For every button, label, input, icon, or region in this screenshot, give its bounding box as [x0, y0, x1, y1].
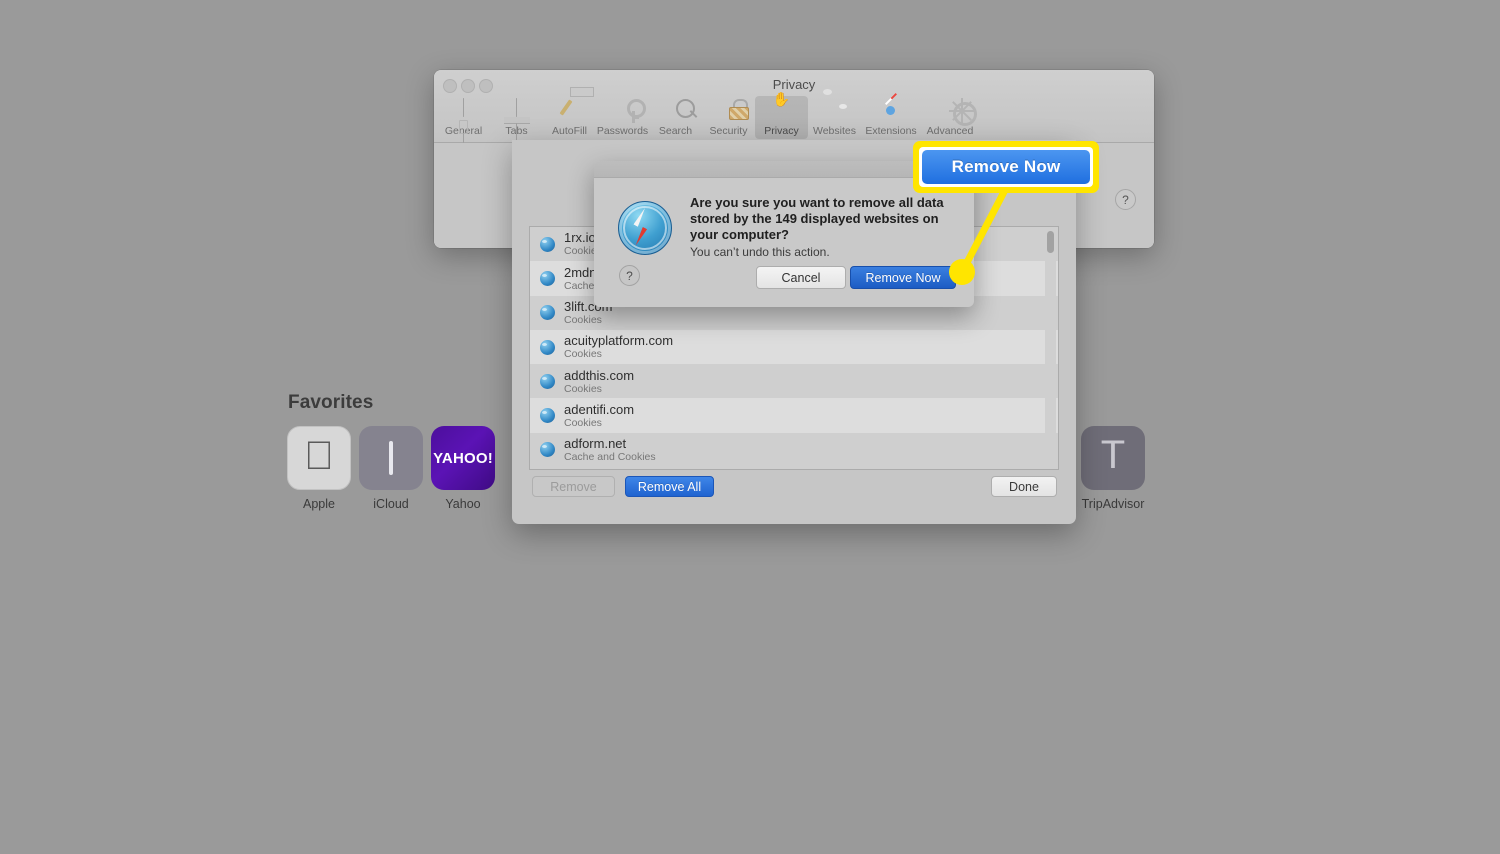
- help-icon[interactable]: ?: [619, 265, 640, 286]
- website-data-type: Cookies: [564, 313, 602, 326]
- apple-glyph: : [304, 436, 334, 476]
- search-magnifier-icon: [663, 99, 697, 125]
- website-data-type: Cookies: [564, 382, 602, 395]
- website-name: adentifi.com: [564, 401, 635, 417]
- table-row[interactable]: adform.net Cache and Cookies: [530, 433, 1058, 467]
- tab-label: Security: [709, 125, 748, 137]
- tab-label: Search: [658, 125, 693, 137]
- tab-tabs[interactable]: Tabs: [490, 96, 543, 142]
- alert-heading: Are you sure you want to remove all data…: [690, 195, 944, 242]
- tab-label: AutoFill: [551, 125, 587, 137]
- tab-passwords[interactable]: Passwords: [596, 96, 649, 139]
- tab-websites[interactable]: Websites: [808, 96, 861, 139]
- general-icon: [450, 98, 477, 152]
- yahoo-glyph: YAHOO!: [433, 449, 493, 467]
- safari-compass-icon: [618, 201, 672, 255]
- globe-icon: [540, 408, 555, 424]
- callout-remove-now-button[interactable]: Remove Now: [922, 150, 1090, 184]
- tab-privacy[interactable]: ✋ Privacy: [755, 91, 808, 139]
- security-lock-icon: [716, 99, 749, 125]
- tab-search[interactable]: Search: [649, 96, 702, 139]
- favorite-tile-label: iCloud: [373, 497, 409, 511]
- table-row[interactable]: addthis.com Cookies: [530, 364, 1058, 398]
- done-button[interactable]: Done: [991, 476, 1057, 497]
- tab-advanced[interactable]: Advanced: [921, 96, 979, 139]
- website-name: addthis.com: [564, 367, 635, 383]
- favorite-tile-icloud[interactable]: iCloud: [358, 426, 424, 511]
- help-icon[interactable]: ?: [1115, 189, 1136, 210]
- tab-label: Privacy: [764, 125, 799, 137]
- tabs-icon: [503, 98, 530, 142]
- globe-icon: [540, 305, 555, 321]
- tab-autofill[interactable]: AutoFill: [543, 87, 596, 139]
- table-row[interactable]: acuityplatform.com Cookies: [530, 329, 1058, 365]
- tab-label: Websites: [813, 125, 856, 137]
- favorite-tile-yahoo[interactable]: YAHOO! Yahoo: [430, 426, 496, 511]
- tab-extensions[interactable]: Extensions: [861, 92, 921, 139]
- remove-button[interactable]: Remove: [532, 476, 615, 497]
- tripadvisor-logo-icon: T: [1081, 426, 1145, 490]
- website-name: acuityplatform.com: [564, 333, 674, 349]
- favorite-tile-apple[interactable]:  Apple: [286, 426, 352, 511]
- website-name: adform.net: [564, 436, 627, 452]
- website-data-type: Cookies: [564, 348, 602, 361]
- table-row[interactable]: adentifi.com Cookies: [530, 398, 1058, 433]
- tab-security[interactable]: Security: [702, 96, 755, 139]
- favorites-heading: Favorites: [288, 392, 374, 413]
- favorite-tile-tripadvisor[interactable]: T TripAdvisor: [1080, 426, 1146, 511]
- website-data-type: Cookies: [564, 416, 602, 429]
- extensions-puzzle-icon: [878, 92, 904, 125]
- list-scrollbar[interactable]: [1045, 229, 1056, 469]
- window-titlebar: Privacy General Tabs AutoFill Passwords: [434, 70, 1154, 152]
- apple-logo-icon: : [287, 426, 351, 490]
- globe-icon: [540, 442, 555, 458]
- cancel-button[interactable]: Cancel: [756, 266, 846, 289]
- alert-subtext: You can’t undo this action.: [690, 245, 830, 259]
- icloud-bar-icon: [359, 426, 423, 490]
- favorite-tile-label: Apple: [303, 497, 335, 511]
- window-title: Privacy: [772, 77, 816, 92]
- websites-globe-icon: [822, 99, 848, 125]
- globe-icon: [540, 236, 555, 252]
- passwords-key-icon: [610, 99, 646, 125]
- globe-icon: [540, 270, 555, 286]
- tab-label: Passwords: [596, 125, 649, 137]
- callout-highlight: Remove Now: [913, 141, 1099, 193]
- scrollbar-thumb[interactable]: [1047, 231, 1054, 253]
- favorite-tile-label: TripAdvisor: [1081, 497, 1145, 511]
- preferences-toolbar: General Tabs AutoFill Passwords Search: [434, 87, 979, 152]
- callout-inner: Remove Now: [919, 147, 1093, 187]
- tab-general[interactable]: General: [437, 96, 490, 152]
- tripadvisor-glyph: T: [1100, 433, 1126, 477]
- tab-label: Advanced: [926, 125, 974, 137]
- globe-icon: [540, 373, 555, 389]
- privacy-hand-icon: ✋: [772, 91, 791, 107]
- advanced-gear-icon: [937, 98, 977, 126]
- remove-now-button[interactable]: Remove Now: [850, 266, 956, 289]
- globe-icon: [540, 339, 555, 355]
- tab-label: Extensions: [865, 125, 917, 137]
- yahoo-logo-icon: YAHOO!: [431, 426, 495, 490]
- autofill-icon: [557, 87, 594, 125]
- sheet-footer: Remove Remove All Done: [512, 470, 1076, 524]
- website-data-type: Cache and Cookies: [564, 451, 656, 464]
- screenshot-stage: Favorites  Apple iCloud YAHOO! Yahoo T …: [0, 0, 1500, 854]
- icloud-glyph: [389, 441, 393, 475]
- favorite-tile-label: Yahoo: [445, 497, 481, 511]
- remove-all-button[interactable]: Remove All: [625, 476, 714, 497]
